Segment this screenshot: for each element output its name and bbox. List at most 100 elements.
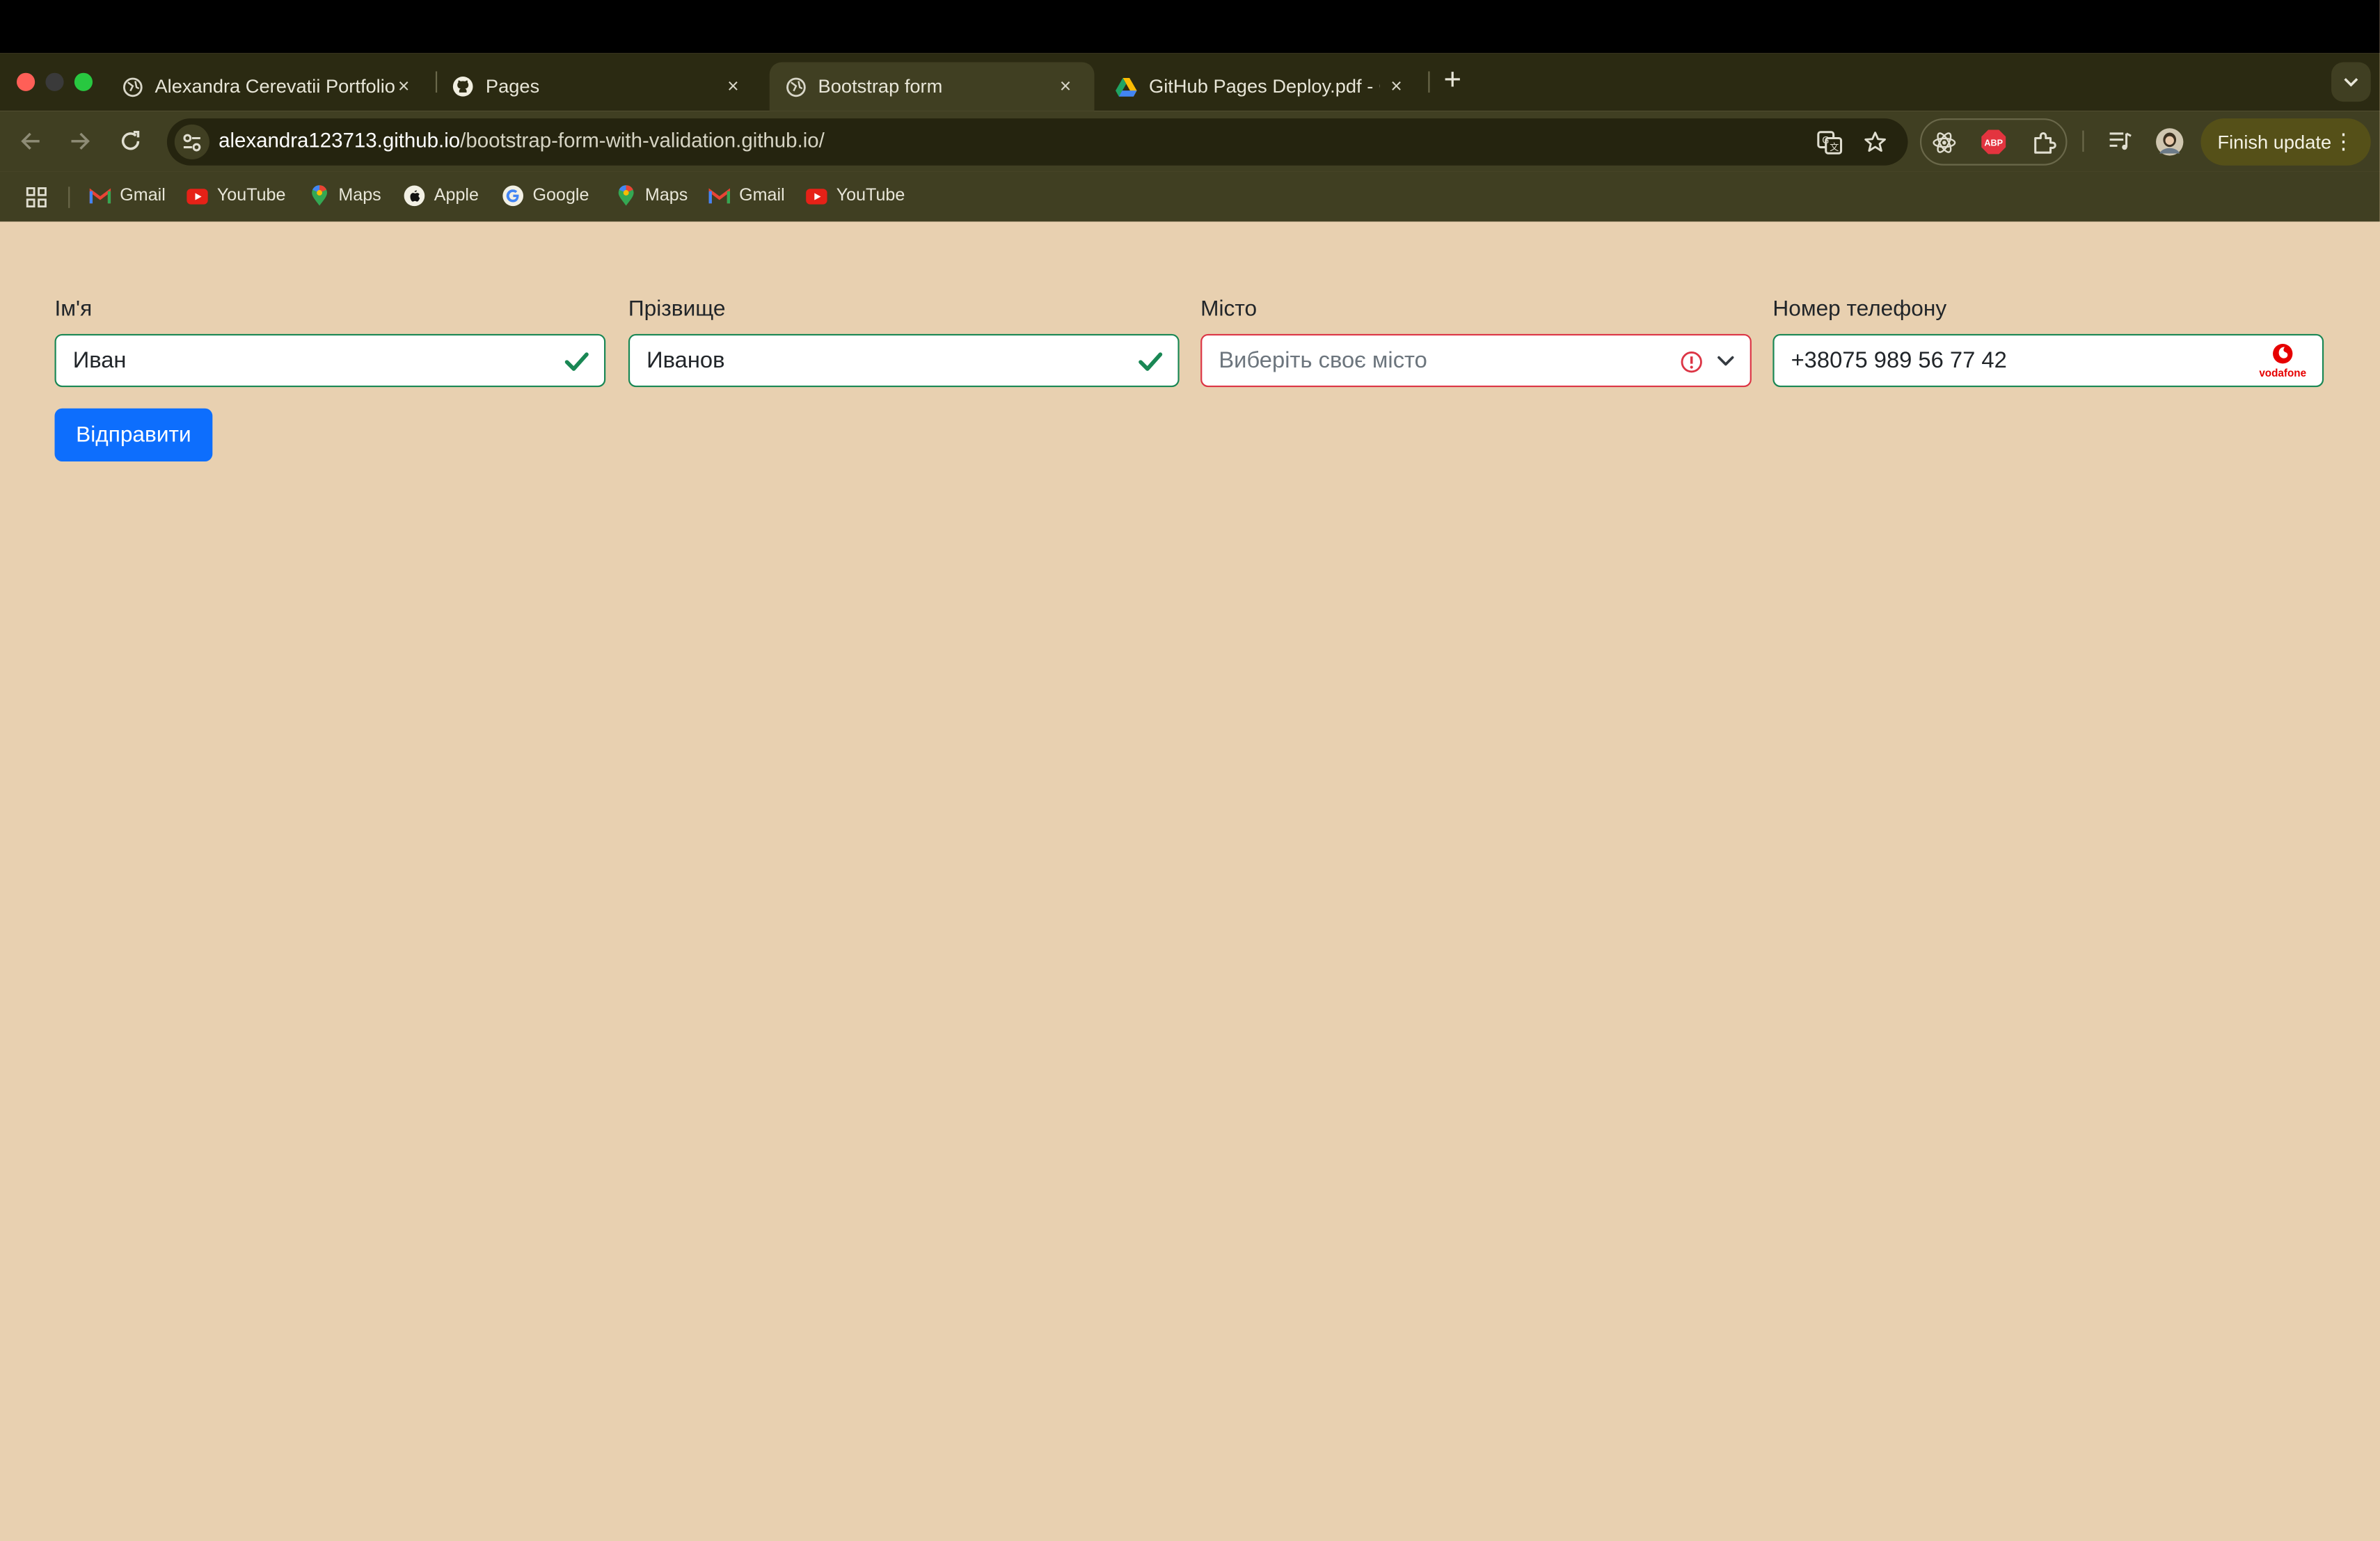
media-controls-icon[interactable] <box>2105 126 2136 157</box>
page-content: Ім'я Иван Прізвище Иванов Місто Виберіть… <box>0 221 2380 1541</box>
minimize-window-button[interactable] <box>45 72 64 91</box>
submit-button[interactable]: Відправити <box>54 408 213 462</box>
browser-toolbar: alexandra123713.github.io/bootstrap-form… <box>0 111 2380 172</box>
first-name-value: Иван <box>72 347 127 374</box>
apps-grid-icon[interactable] <box>26 187 47 208</box>
bookmark-gmail[interactable]: Gmail <box>89 185 166 207</box>
last-name-input[interactable]: Иванов <box>628 333 1180 388</box>
last-name-field: Прізвище Иванов <box>628 294 1180 388</box>
chevron-down-icon <box>2344 78 2358 87</box>
bookmark-label: YouTube <box>836 187 905 205</box>
github-icon <box>452 76 474 97</box>
vodafone-logo-text: vodafone <box>2259 368 2306 379</box>
tab-separator <box>1428 71 1430 93</box>
bookmark-star-icon[interactable] <box>1861 127 1889 156</box>
close-window-button[interactable] <box>16 72 35 91</box>
check-icon <box>1139 347 1163 374</box>
extensions-group: ABP <box>1919 118 2068 166</box>
url-text[interactable]: alexandra123713.github.io/bootstrap-form… <box>219 129 825 152</box>
phone-value: +38075 989 56 77 42 <box>1791 347 2007 374</box>
tab-close-button[interactable]: × <box>1055 74 1077 99</box>
bookmark-label: YouTube <box>216 187 286 205</box>
bookmarks-separator <box>68 187 70 208</box>
site-info-button[interactable] <box>174 124 209 160</box>
maps-icon <box>308 185 330 207</box>
tab-pages[interactable]: Pages × <box>437 62 762 111</box>
tune-icon <box>183 133 201 151</box>
bookmark-label: Apple <box>434 187 479 205</box>
abp-label: ABP <box>1984 138 2003 148</box>
maps-icon <box>614 185 636 207</box>
address-bar[interactable]: alexandra123713.github.io/bootstrap-form… <box>166 118 1908 166</box>
adblock-plus-icon[interactable]: ABP <box>1979 127 2008 156</box>
tab-close-button[interactable]: × <box>393 74 415 99</box>
reload-icon <box>121 131 140 150</box>
svg-text:G: G <box>1822 135 1829 145</box>
forward-button[interactable] <box>64 125 97 158</box>
youtube-icon <box>187 185 208 207</box>
bookmark-youtube[interactable]: YouTube <box>187 185 285 207</box>
extensions-puzzle-icon[interactable] <box>2029 127 2058 156</box>
bookmark-apple[interactable]: Apple <box>404 185 479 207</box>
bookmark-label: Gmail <box>120 187 166 205</box>
bookmark-label: Gmail <box>739 187 785 205</box>
bookmark-maps[interactable]: Maps <box>614 185 688 207</box>
phone-field: Номер телефону +38075 989 56 77 42 vodaf… <box>1772 294 2324 388</box>
tab-github-pages-deploy[interactable]: GitHub Pages Deploy.pdf - Go × <box>1100 62 1425 111</box>
tab-bootstrap-form[interactable]: Bootstrap form × <box>769 62 1095 111</box>
first-name-field: Ім'я Иван <box>54 294 606 388</box>
translate-icon[interactable]: G文 <box>1815 127 1843 156</box>
first-name-input[interactable]: Иван <box>54 333 606 388</box>
top-bezel <box>0 0 2380 54</box>
chevron-down-icon <box>1717 356 1734 366</box>
phone-label: Номер телефону <box>1772 297 1947 322</box>
back-button[interactable] <box>14 125 47 158</box>
bookmark-google[interactable]: Google <box>502 185 589 207</box>
react-devtools-icon[interactable] <box>1929 127 1958 156</box>
finish-update-label: Finish update <box>2217 131 2332 153</box>
tab-label: GitHub Pages Deploy.pdf - Go <box>1149 76 1380 97</box>
bookmark-youtube[interactable]: YouTube <box>806 185 905 207</box>
gmail-icon <box>708 185 731 207</box>
url-path: /bootstrap-form-with-validation.github.i… <box>460 129 825 152</box>
svg-text:文: 文 <box>1830 141 1839 152</box>
zoom-window-button[interactable] <box>74 72 93 91</box>
globe-icon <box>785 76 807 97</box>
city-placeholder: Виберіть своє місто <box>1219 347 1427 374</box>
error-icon <box>1681 350 1702 372</box>
city-field: Місто Виберіть своє місто <box>1200 294 1752 388</box>
toolbar-separator <box>2082 130 2084 152</box>
tab-label: Pages <box>485 76 540 97</box>
city-label: Місто <box>1200 297 1258 322</box>
youtube-icon <box>806 185 827 207</box>
bookmark-label: Maps <box>338 187 381 205</box>
tab-search-button[interactable] <box>2331 62 2371 102</box>
globe-icon <box>121 76 143 97</box>
tab-close-button[interactable]: × <box>722 74 744 99</box>
arrow-right-icon <box>71 132 90 150</box>
bookmarks-bar: Gmail YouTube Maps Apple Google Maps Gma… <box>0 171 2380 222</box>
tab-label: Alexandra Cerevatii Portfolio <box>154 76 395 97</box>
more-vert-icon: ⋮ <box>2333 129 2354 154</box>
bookmark-maps[interactable]: Maps <box>308 185 381 207</box>
profile-avatar[interactable] <box>2154 126 2184 157</box>
bookmark-gmail[interactable]: Gmail <box>708 185 785 207</box>
bookmark-label: Maps <box>644 187 688 205</box>
phone-input[interactable]: +38075 989 56 77 42 vodafone <box>1772 333 2324 388</box>
check-icon <box>564 347 589 374</box>
url-host: alexandra123713.github.io <box>219 129 461 152</box>
finish-update-button[interactable]: Finish update ⋮ <box>2200 118 2371 166</box>
arrow-left-icon <box>21 132 40 150</box>
last-name-value: Иванов <box>646 347 725 374</box>
last-name-label: Прізвище <box>628 297 726 322</box>
first-name-label: Ім'я <box>54 297 93 322</box>
google-drive-icon <box>1116 76 1137 97</box>
vodafone-logo-icon: vodafone <box>2255 343 2310 379</box>
tab-portfolio[interactable]: Alexandra Cerevatii Portfolio × <box>106 62 433 111</box>
bookmark-label: Google <box>532 187 589 205</box>
reload-button[interactable] <box>114 125 148 158</box>
screen: Alexandra Cerevatii Portfolio × Pages × … <box>0 0 2380 1541</box>
new-tab-button[interactable]: + <box>1439 65 1466 96</box>
tab-close-button[interactable]: × <box>1386 74 1407 99</box>
city-select[interactable]: Виберіть своє місто <box>1200 333 1752 388</box>
